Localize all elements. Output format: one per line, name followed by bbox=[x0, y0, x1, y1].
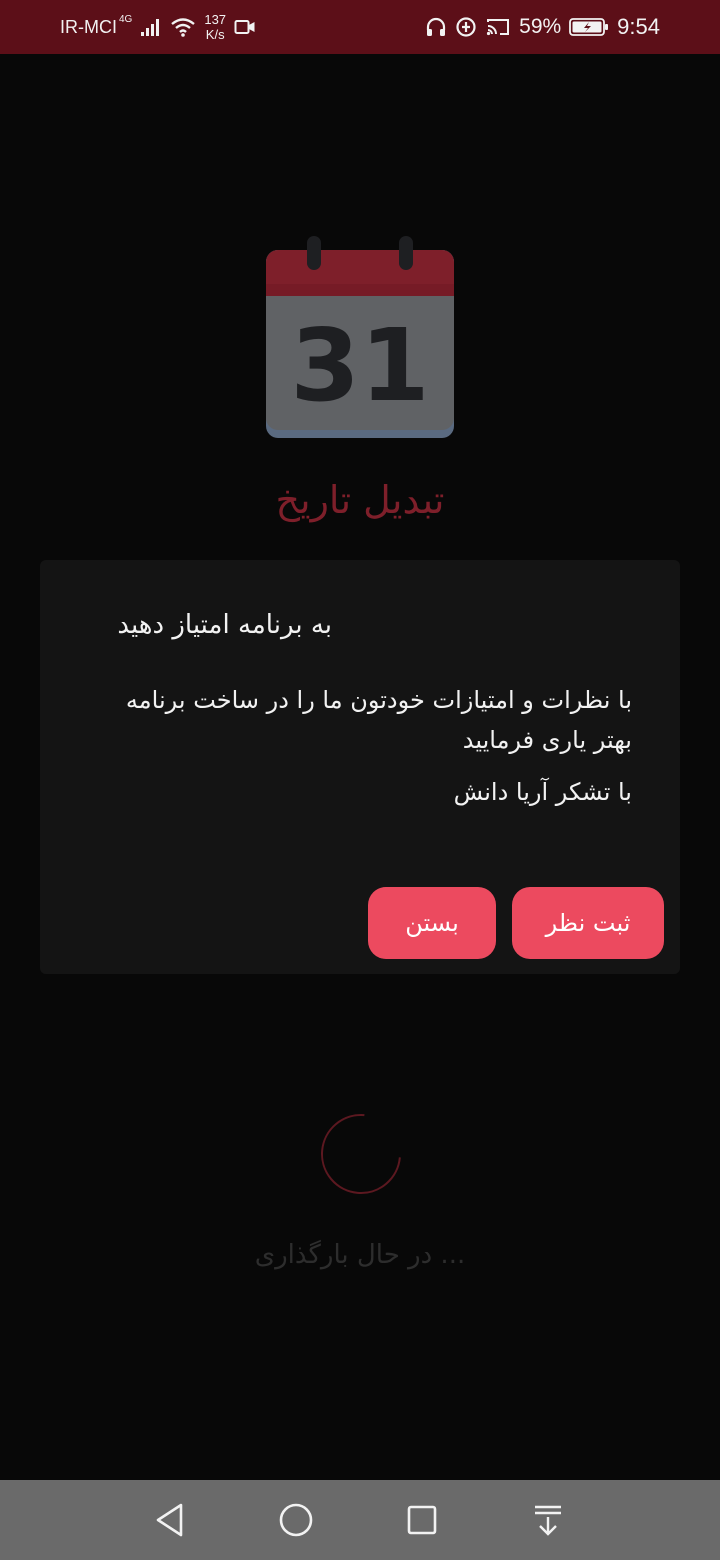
battery-percent: 59% bbox=[519, 15, 562, 38]
notification-pull-button[interactable] bbox=[526, 1498, 570, 1542]
home-icon bbox=[279, 1503, 313, 1537]
data-saver-icon bbox=[455, 16, 477, 38]
speed-value: 137 bbox=[204, 12, 227, 27]
network-type: 4G bbox=[119, 13, 133, 25]
headphones-icon bbox=[425, 16, 447, 38]
recent-apps-icon bbox=[407, 1505, 437, 1535]
calendar-icon: 31 bbox=[266, 236, 454, 438]
wifi-icon bbox=[170, 16, 196, 38]
dialog-thanks: با تشکر آریا دانش bbox=[453, 778, 632, 806]
status-right: 59% 9:54 bbox=[425, 14, 660, 40]
network-speed: 137 K/s bbox=[204, 12, 226, 42]
submit-review-button[interactable]: ثبت نظر bbox=[512, 887, 664, 959]
recent-apps-button[interactable] bbox=[400, 1498, 444, 1542]
status-bar: IR-MCI 4G 137 K/s 59% 9:54 bbox=[0, 0, 720, 54]
video-camera-icon bbox=[234, 18, 256, 36]
carrier-name: IR-MCI bbox=[60, 16, 117, 37]
cast-icon bbox=[485, 16, 511, 38]
signal-icon bbox=[140, 17, 162, 37]
notification-pull-icon bbox=[535, 1505, 561, 1536]
status-left: IR-MCI 4G 137 K/s bbox=[60, 12, 256, 42]
speed-unit: K/s bbox=[205, 27, 225, 42]
app-title: تبدیل تاریخ bbox=[275, 478, 445, 522]
back-button[interactable] bbox=[148, 1498, 192, 1542]
home-button[interactable] bbox=[274, 1498, 318, 1542]
navigation-bar bbox=[0, 1480, 720, 1560]
battery-icon bbox=[569, 17, 609, 37]
loading-text: ... در حال بارگذاری bbox=[254, 1240, 466, 1270]
close-button[interactable]: بستن bbox=[368, 887, 496, 959]
rate-app-dialog: به برنامه امتیاز دهید با نظرات و امتیازا… bbox=[40, 560, 680, 974]
clock: 9:54 bbox=[617, 14, 660, 39]
back-icon bbox=[156, 1503, 183, 1537]
loading-spinner bbox=[320, 1113, 402, 1195]
dialog-message: با نظرات و امتیازات خودتون ما را در ساخت… bbox=[125, 686, 632, 754]
dialog-title: به برنامه امتیاز دهید bbox=[117, 610, 332, 640]
calendar-day-number: 31 bbox=[290, 307, 429, 424]
screen: IR-MCI 4G 137 K/s 59% 9:54 31 تبدیل تاری… bbox=[0, 0, 720, 1560]
